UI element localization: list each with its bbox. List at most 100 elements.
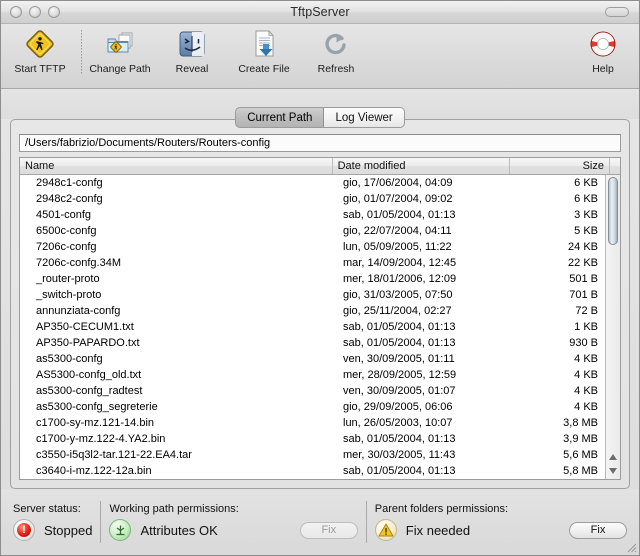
scroll-down-button[interactable] [609,468,617,474]
folder-caution-icon [105,28,135,60]
create-file-button[interactable]: Create File [228,28,300,75]
tftpserver-window: TftpServer Start TFTP Change Path Reveal… [0,0,640,556]
help-button[interactable]: Help [573,28,633,75]
scroll-up-button[interactable] [609,454,617,460]
file-list-body: 2948c1-confg gio, 17/06/2004, 04:09 6 KB 29… [20,175,620,479]
cell-size: 6 KB [574,177,598,189]
column-header-name[interactable]: Name [20,158,333,174]
scrollbar-track[interactable] [606,175,620,450]
table-row[interactable]: _router-proto mer, 18/01/2006, 12:09 501 B [20,271,605,287]
cell-date-modified: mer, 30/03/2005, 11:43 [343,449,456,461]
parent-folders-fix-button[interactable]: Fix [569,521,627,539]
cell-name: c3550-i5q3l2-tar.121-22.EA4.tar [36,449,192,461]
minimize-button[interactable] [29,6,41,18]
cell-name: 4501-confg [36,209,92,221]
table-row[interactable]: annunziata-confg gio, 25/11/2004, 02:27 72… [20,303,605,319]
start-tftp-label: Start TFTP [14,63,66,75]
working-path-value: Attributes OK [140,522,218,538]
cell-name: 6500c-confg [36,225,97,237]
cell-name: 7206c-confg [36,241,97,253]
cell-name: _router-proto [36,273,100,285]
parent-folders-value: Fix needed [405,522,471,538]
table-row[interactable]: 6500c-confg gio, 22/07/2004, 04:11 5 KB [20,223,605,239]
cell-size: 24 KB [568,241,598,253]
cell-date-modified: mer, 18/01/2006, 12:09 [343,273,457,285]
table-row[interactable]: as5300-confg_segreterie gio, 29/09/2005, … [20,399,605,415]
working-path-title: Working path permissions: [109,503,239,515]
table-row[interactable]: c3640-i-mz.122-12a.bin sab, 01/05/2004, 0… [20,463,605,479]
resize-grip[interactable] [624,540,637,553]
parent-folders-fix-spacer [569,506,627,518]
finder-face-icon [178,28,206,60]
toolbar-toggle-button[interactable] [605,7,629,17]
cell-size: 5,6 MB [563,449,598,461]
table-row[interactable]: AS5300-confg_old.txt mer, 28/09/2005, 12:… [20,367,605,383]
cell-date-modified: sab, 01/05/2004, 01:13 [343,465,456,477]
table-row[interactable]: AP350-PAPARDO.txt sab, 01/05/2004, 01:13 9… [20,335,605,351]
cell-date-modified: ven, 30/09/2005, 01:07 [343,385,456,397]
column-header-date-modified[interactable]: Date modified [333,158,510,174]
caution-diamond-icon [25,28,55,60]
cell-size: 4 KB [574,401,598,413]
table-row[interactable]: 2948c2-confg gio, 01/07/2004, 09:02 6 KB [20,191,605,207]
status-bar: Server status: ! Stopped Working path pe… [1,489,639,555]
help-label: Help [592,63,614,75]
cell-date-modified: ven, 30/09/2005, 01:11 [343,353,455,365]
cell-size: 6 KB [574,193,598,205]
reveal-button[interactable]: Reveal [156,28,228,75]
server-status-value: Stopped [44,522,93,538]
cell-size: 5,8 MB [563,465,598,477]
cell-name: 7206c-confg.34M [36,257,121,269]
tab-bar: Current Path Log Viewer [1,89,639,128]
toolbar-separator [81,30,82,74]
server-status-title: Server status: [13,503,81,515]
table-row[interactable]: _switch-proto gio, 31/03/2005, 07:50 701 B [20,287,605,303]
scrollbar-arrows [606,450,620,479]
table-row[interactable]: c1700-y-mz.122-4.YA2.bin sab, 01/05/2004,… [20,431,605,447]
cell-date-modified: gio, 22/07/2004, 04:11 [343,225,452,237]
cell-name: 2948c1-confg [36,177,103,189]
close-button[interactable] [10,6,22,18]
cell-date-modified: gio, 01/07/2004, 09:02 [343,193,453,205]
cell-date-modified: gio, 31/03/2005, 07:50 [343,289,453,301]
refresh-button[interactable]: Refresh [300,28,372,75]
table-row[interactable]: as5300-confg ven, 30/09/2005, 01:11 4 KB [20,351,605,367]
start-tftp-button[interactable]: Start TFTP [1,28,79,75]
scrollbar-thumb[interactable] [608,177,618,245]
cell-name: c3640-i-mz.122-12a.bin [36,465,152,477]
cell-name: AP350-PAPARDO.txt [36,337,140,349]
cell-size: 3,8 MB [563,417,598,429]
working-path-fix-button[interactable]: Fix [299,521,358,539]
cell-date-modified: mer, 28/09/2005, 12:59 [343,369,457,381]
current-path-field[interactable]: /Users/fabrizio/Documents/Routers/Router… [19,134,621,152]
cell-size: 72 B [575,305,598,317]
table-row[interactable]: 7206c-confg.34M mar, 14/09/2004, 12:45 22 … [20,255,605,271]
file-list-header: Name Date modified Size [20,158,620,175]
zoom-button[interactable] [48,6,60,18]
tab-log-viewer[interactable]: Log Viewer [324,107,405,128]
life-preserver-icon [588,28,618,60]
cell-size: 701 B [569,289,598,301]
table-row[interactable]: 7206c-confg lun, 05/09/2005, 11:22 24 KB [20,239,605,255]
table-row[interactable]: AP350-CECUM1.txt sab, 01/05/2004, 01:13 1 … [20,319,605,335]
server-status-group: Server status: ! Stopped [5,489,100,555]
cell-size: 4 KB [574,385,598,397]
table-row[interactable]: c1700-sy-mz.121-14.bin lun, 26/05/2003, 1… [20,415,605,431]
table-row[interactable]: 4501-confg sab, 01/05/2004, 01:13 3 KB [20,207,605,223]
table-row[interactable]: as5300-confg_radtest ven, 30/09/2005, 01:… [20,383,605,399]
column-header-size[interactable]: Size [510,158,610,174]
cell-date-modified: sab, 01/05/2004, 01:13 [343,337,456,349]
table-row[interactable]: c3550-i5q3l2-tar.121-22.EA4.tar mer, 30/0… [20,447,605,463]
cell-name: annunziata-confg [36,305,121,317]
table-row[interactable]: 2948c1-confg gio, 17/06/2004, 04:09 6 KB [20,175,605,191]
reveal-label: Reveal [175,63,209,75]
cell-date-modified: mar, 14/09/2004, 12:45 [343,257,457,269]
cell-name: _switch-proto [36,289,102,301]
cell-name: as5300-confg_radtest [36,385,143,397]
cell-date-modified: gio, 17/06/2004, 04:09 [343,177,453,189]
tab-current-path[interactable]: Current Path [235,107,325,128]
file-list-scrollbar[interactable] [605,175,620,479]
change-path-button[interactable]: Change Path [84,28,156,75]
cell-size: 4 KB [574,353,598,365]
cell-name: as5300-confg_segreterie [36,401,158,413]
